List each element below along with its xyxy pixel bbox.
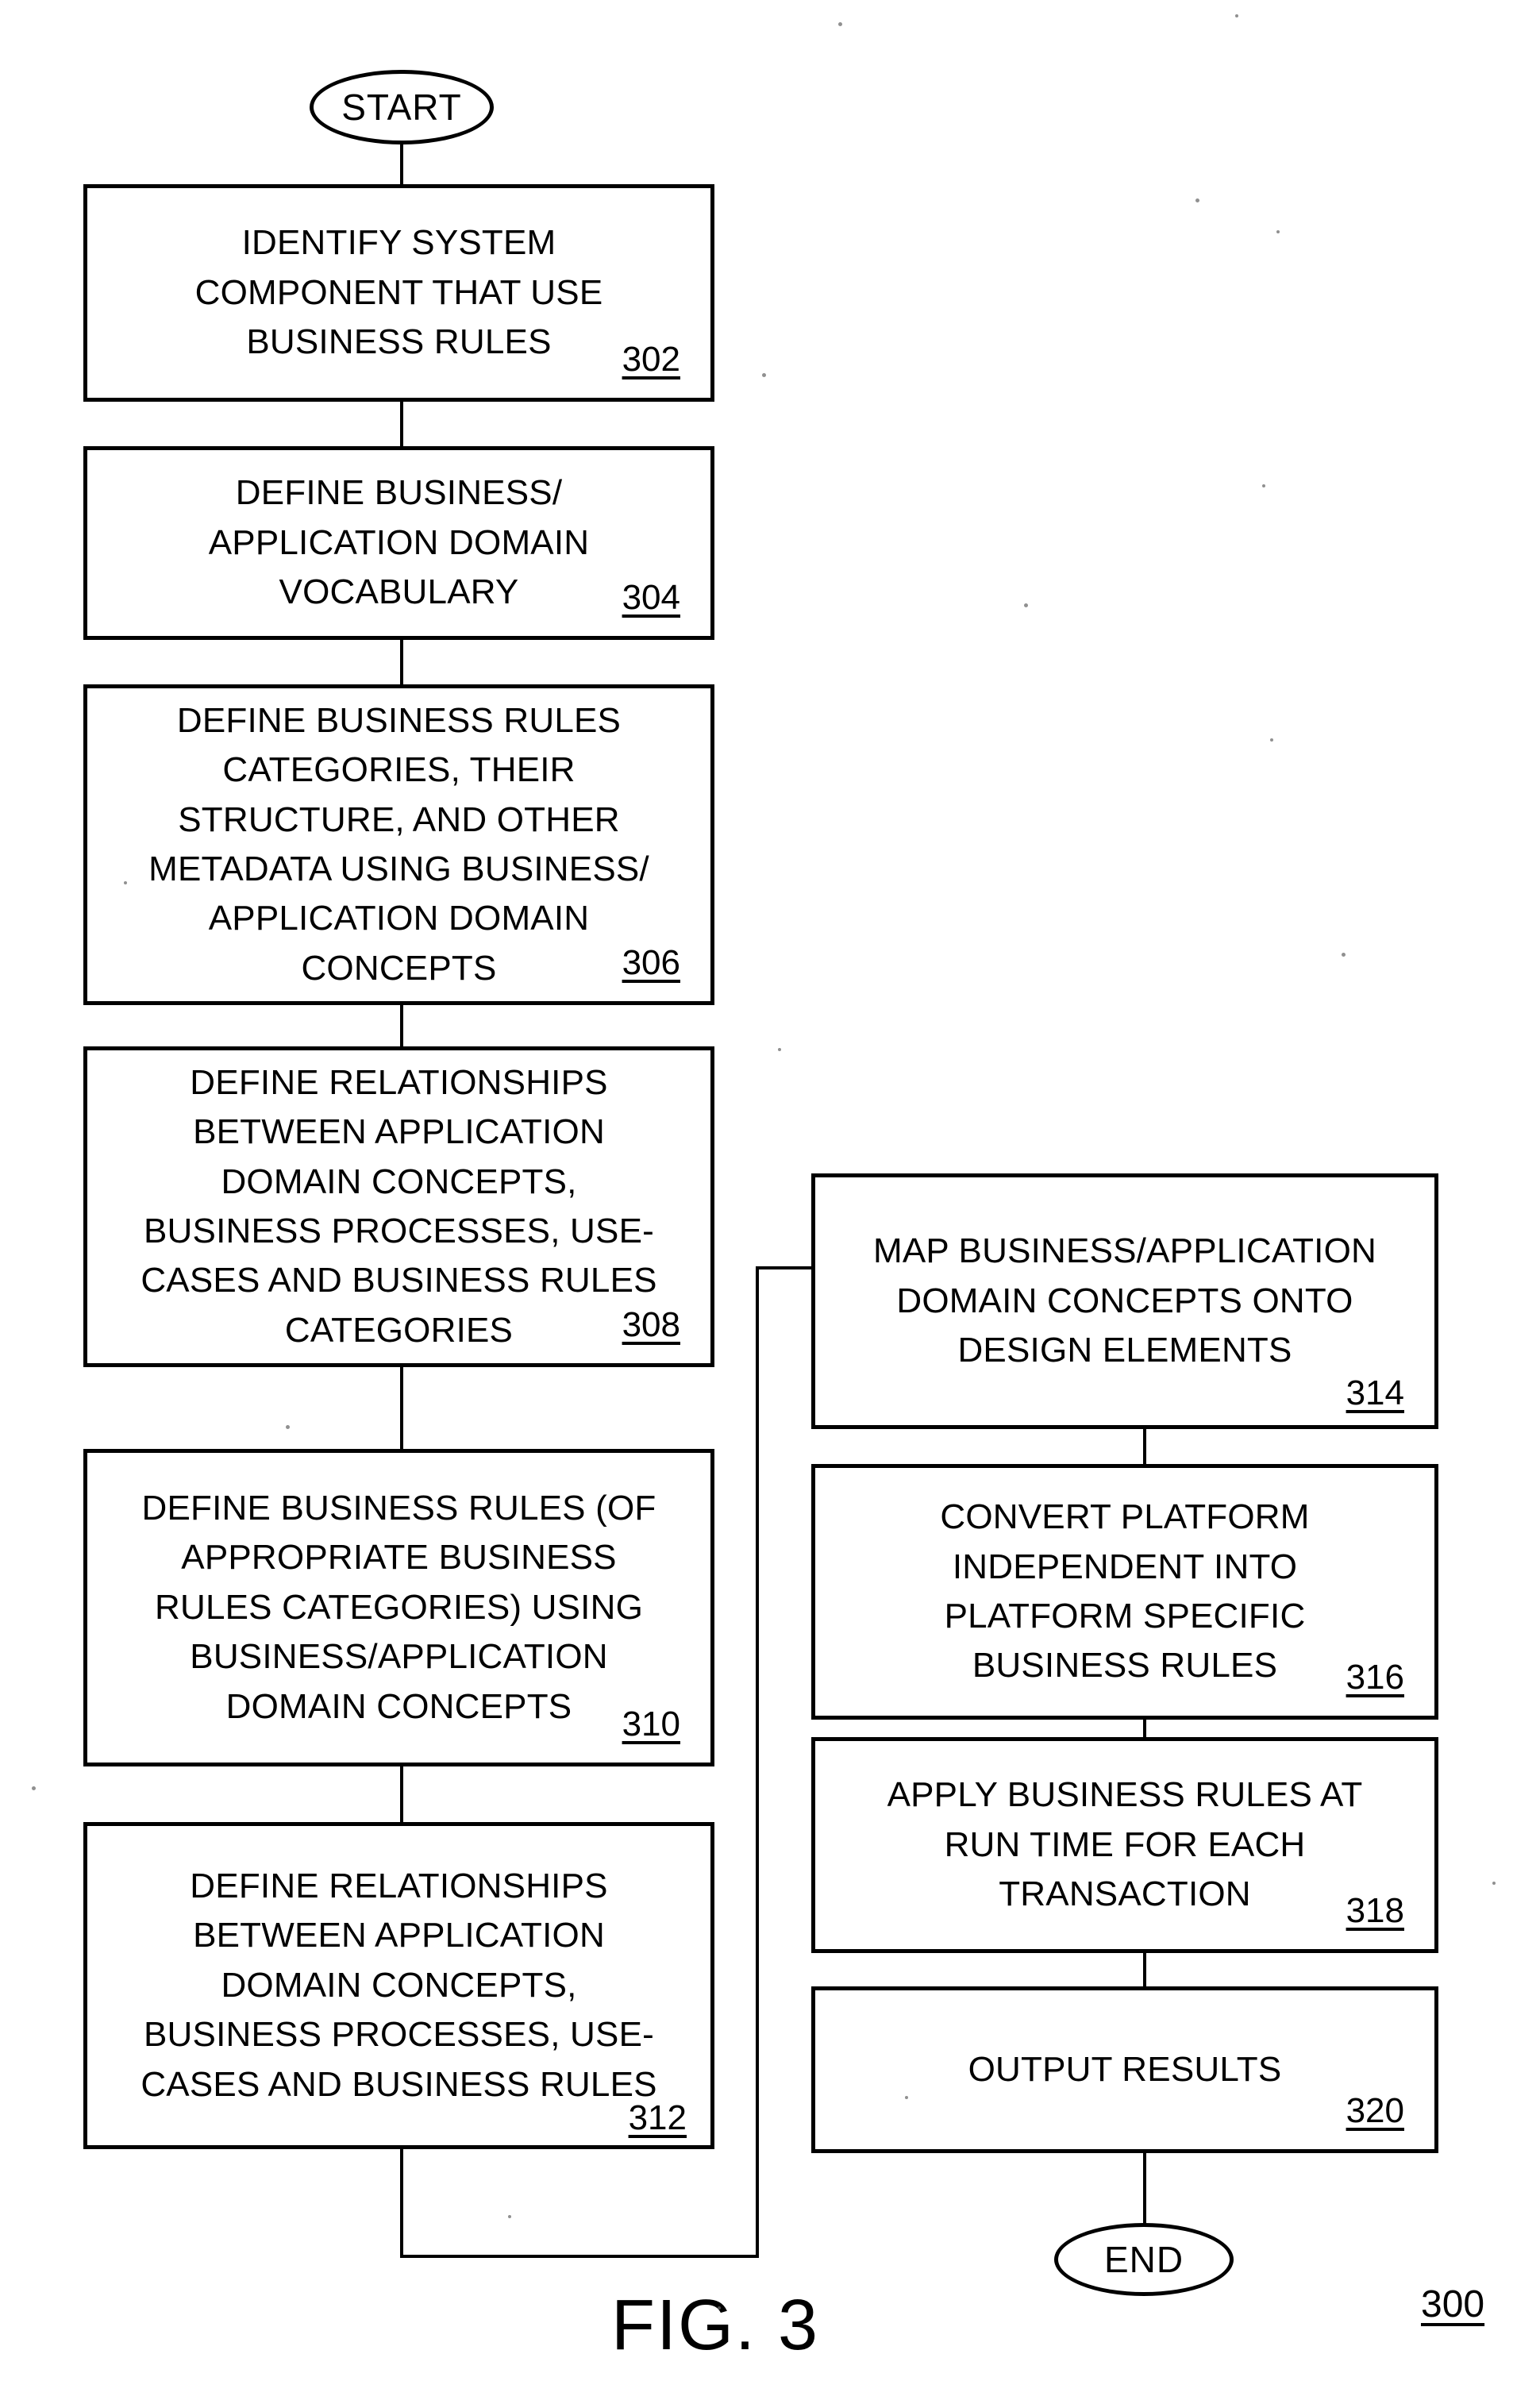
connector-312-to-314-down: [400, 2149, 403, 2258]
process-box-316: CONVERT PLATFORM INDEPENDENT INTO PLATFO…: [811, 1464, 1438, 1720]
patent-figure-page: START IDENTIFY SYSTEM COMPONENT THAT USE…: [0, 0, 1540, 2404]
reference-numeral-316: 316: [1346, 1658, 1404, 1697]
figure-caption: FIG. 3: [611, 2286, 820, 2365]
scan-speck: [286, 1425, 290, 1429]
process-box-310-text: DEFINE BUSINESS RULES (OF APPROPRIATE BU…: [141, 1488, 656, 1726]
scan-speck: [508, 2215, 511, 2218]
process-box-312-text: DEFINE RELATIONSHIPS BETWEEN APPLICATION…: [141, 1866, 657, 2104]
scan-speck: [32, 1786, 36, 1790]
scan-speck: [762, 373, 766, 377]
connector-308-to-310: [400, 1367, 403, 1449]
scan-speck: [778, 1048, 781, 1051]
process-box-318: APPLY BUSINESS RULES AT RUN TIME FOR EAC…: [811, 1737, 1438, 1953]
connector-310-to-312: [400, 1766, 403, 1822]
connector-306-to-308: [400, 1005, 403, 1046]
process-box-320: OUTPUT RESULTS 320: [811, 1986, 1438, 2153]
scan-speck: [1342, 953, 1346, 957]
process-box-310: DEFINE BUSINESS RULES (OF APPROPRIATE BU…: [83, 1449, 714, 1766]
connector-320-to-end: [1143, 2153, 1146, 2225]
connector-302-to-304: [400, 402, 403, 446]
reference-numeral-320: 320: [1346, 2091, 1404, 2130]
reference-numeral-302: 302: [622, 340, 680, 379]
connector-314-to-316: [1143, 1429, 1146, 1464]
scan-speck: [838, 22, 842, 26]
process-box-302-text: IDENTIFY SYSTEM COMPONENT THAT USE BUSIN…: [194, 223, 603, 362]
process-box-302: IDENTIFY SYSTEM COMPONENT THAT USE BUSIN…: [83, 184, 714, 402]
process-box-304: DEFINE BUSINESS/ APPLICATION DOMAIN VOCA…: [83, 446, 714, 640]
scan-speck: [1492, 1882, 1496, 1885]
terminator-end: END: [1054, 2223, 1234, 2296]
scan-speck: [718, 2306, 721, 2310]
process-box-316-text: CONVERT PLATFORM INDEPENDENT INTO PLATFO…: [940, 1497, 1310, 1685]
scan-speck: [905, 2096, 908, 2099]
figure-reference-numeral: 300: [1421, 2283, 1485, 2325]
scan-speck: [124, 881, 127, 884]
reference-numeral-314: 314: [1346, 1373, 1404, 1412]
terminator-start: START: [310, 70, 494, 144]
process-box-314-text: MAP BUSINESS/APPLICATION DOMAIN CONCEPTS…: [872, 1231, 1376, 1370]
terminator-start-label: START: [341, 87, 462, 128]
connector-316-to-318: [1143, 1720, 1146, 1737]
connector-304-to-306: [400, 640, 403, 684]
process-box-320-text: OUTPUT RESULTS: [968, 2049, 1282, 2089]
scan-speck: [1276, 230, 1280, 233]
terminator-end-label: END: [1103, 2239, 1184, 2280]
connector-312-to-314-into-314: [756, 1266, 813, 1269]
connector-312-to-314-right: [400, 2255, 759, 2258]
process-box-306-text: DEFINE BUSINESS RULES CATEGORIES, THEIR …: [148, 700, 649, 988]
scan-speck: [1270, 738, 1273, 742]
connector-312-to-314-up: [756, 1266, 759, 2258]
reference-numeral-308: 308: [622, 1305, 680, 1344]
reference-numeral-318: 318: [1346, 1891, 1404, 1930]
scan-speck: [1262, 484, 1265, 487]
process-box-306: DEFINE BUSINESS RULES CATEGORIES, THEIR …: [83, 684, 714, 1005]
process-box-314: MAP BUSINESS/APPLICATION DOMAIN CONCEPTS…: [811, 1173, 1438, 1429]
process-box-308: DEFINE RELATIONSHIPS BETWEEN APPLICATION…: [83, 1046, 714, 1367]
process-box-308-text: DEFINE RELATIONSHIPS BETWEEN APPLICATION…: [141, 1062, 657, 1350]
connector-318-to-320: [1143, 1953, 1146, 1986]
process-box-312: DEFINE RELATIONSHIPS BETWEEN APPLICATION…: [83, 1822, 714, 2149]
reference-numeral-306: 306: [622, 943, 680, 982]
reference-numeral-304: 304: [622, 578, 680, 617]
scan-speck: [1235, 14, 1238, 17]
reference-numeral-312: 312: [628, 2098, 687, 2137]
scan-speck: [1195, 198, 1199, 202]
process-box-318-text: APPLY BUSINESS RULES AT RUN TIME FOR EAC…: [887, 1775, 1363, 1914]
process-box-304-text: DEFINE BUSINESS/ APPLICATION DOMAIN VOCA…: [208, 473, 590, 612]
connector-start-to-302: [400, 144, 403, 186]
reference-numeral-310: 310: [622, 1705, 680, 1743]
scan-speck: [1024, 603, 1028, 607]
